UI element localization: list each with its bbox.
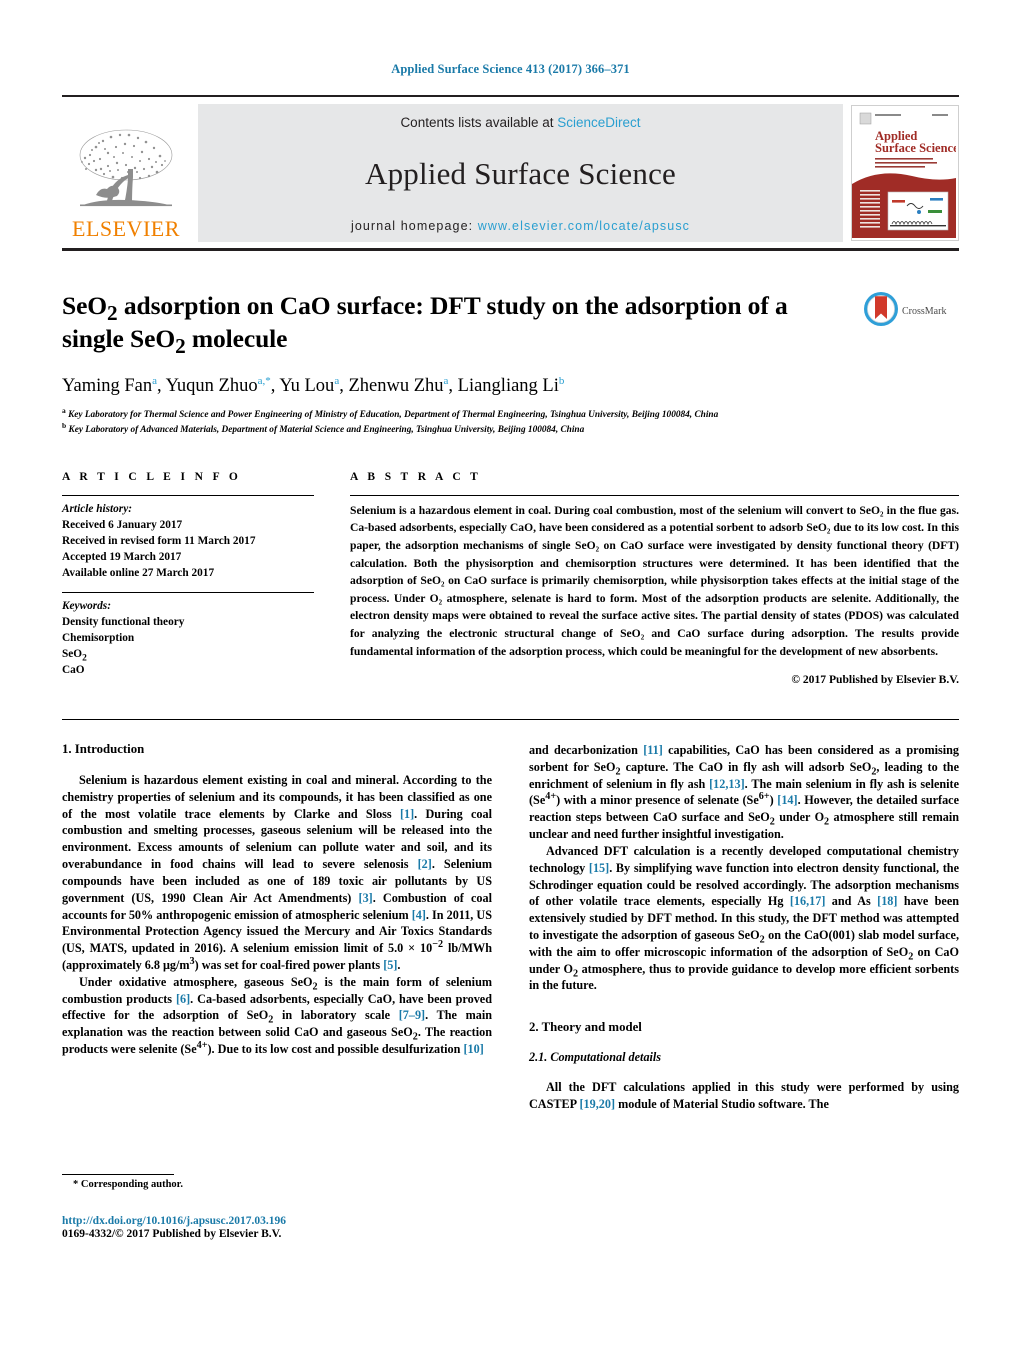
corresponding-author-footnote: * Corresponding author.	[62, 1174, 492, 1190]
affiliation-item: a Key Laboratory for Thermal Science and…	[62, 406, 719, 421]
homepage-prefix: journal homepage:	[350, 219, 478, 233]
history-item: Received in revised form 11 March 2017	[62, 534, 256, 547]
affiliation-list: a Key Laboratory for Thermal Science and…	[62, 406, 959, 436]
body-paragraph: Selenium is hazardous element existing i…	[62, 772, 493, 972]
column-gap	[314, 471, 350, 689]
article-info-column: A R T I C L E I N F O Article history: R…	[62, 471, 314, 689]
abstract-copyright: © 2017 Published by Elsevier B.V.	[791, 673, 959, 687]
citation-ref[interactable]: [1]	[400, 807, 414, 821]
crossmark-icon	[863, 291, 899, 332]
keyword-item: CaO	[62, 664, 85, 677]
abstract-text: Selenium is a hazardous element in coal.…	[350, 503, 959, 658]
running-head: Applied Surface Science 413 (2017) 366–3…	[391, 62, 630, 76]
citation-ref[interactable]: [5]	[383, 958, 397, 972]
journal-banner: Contents lists available at ScienceDirec…	[198, 104, 843, 242]
author-entry: Zhenwu Zhua,	[348, 375, 458, 397]
doi-block: http://dx.doi.org/10.1016/j.apsusc.2017.…	[62, 1215, 512, 1240]
issn-copyright-line: 0169-4332/© 2017 Published by Elsevier B…	[62, 1228, 282, 1240]
contents-line: Contents lists available at ScienceDirec…	[400, 115, 640, 130]
abstract-column: A B S T R A C T Selenium is a hazardous …	[350, 471, 959, 689]
citation-ref[interactable]: [14]	[777, 793, 797, 807]
citation-ref[interactable]: [3]	[359, 891, 373, 905]
elsevier-logo: ELSEVIER	[62, 104, 190, 242]
footnote-rule	[62, 1174, 174, 1175]
author-entry: Yaming Fana,	[62, 375, 166, 397]
subsection-heading-computational-details: 2.1. Computational details	[529, 1050, 662, 1065]
body-paragraph: Under oxidative atmosphere, gaseous SeO2…	[62, 974, 492, 1057]
contents-prefix: Contents lists available at	[400, 115, 558, 130]
info-abstract-row: A R T I C L E I N F O Article history: R…	[62, 471, 959, 689]
affiliation-item: b Key Laboratory of Advanced Materials, …	[62, 420, 585, 435]
elsevier-tree-icon	[70, 125, 182, 217]
citation-ref[interactable]: [6]	[176, 992, 190, 1006]
history-item: Received 6 January 2017	[62, 518, 183, 531]
section-heading-theory: 2. Theory and model	[529, 1020, 642, 1035]
keywords-label: Keywords:	[62, 599, 111, 612]
homepage-line: journal homepage: www.elsevier.com/locat…	[351, 219, 690, 233]
author-entry: Yu Loua,	[279, 375, 349, 397]
citation-ref[interactable]: [10]	[463, 1042, 483, 1056]
doi-link[interactable]: http://dx.doi.org/10.1016/j.apsusc.2017.…	[62, 1215, 512, 1227]
citation-ref[interactable]: [15]	[589, 861, 609, 875]
citation-ref[interactable]: [16,17]	[790, 894, 826, 908]
history-item: Available online 27 March 2017	[62, 566, 215, 579]
body-paragraph: Advanced DFT calculation is a recently d…	[529, 843, 960, 993]
author-entry: Liangliang Lib	[457, 375, 565, 397]
body-paragraph: and decarbonization [11] capabilities, C…	[529, 742, 960, 842]
history-label: Article history:	[62, 502, 132, 515]
body-columns: 1. Introduction Selenium is hazardous el…	[62, 718, 959, 1113]
keyword-item: SeO2	[62, 648, 87, 664]
author-entry: Yuqun Zhuoa,*,	[165, 375, 280, 397]
page-content: Applied Surface Science 413 (2017) 366–3…	[62, 0, 959, 1113]
sciencedirect-link[interactable]: ScienceDirect	[557, 115, 640, 130]
article-page: Applied Surface Science 413 (2017) 366–3…	[0, 0, 1020, 1351]
journal-title: Applied Surface Science	[364, 155, 677, 191]
citation-ref[interactable]: [12,13]	[709, 777, 745, 791]
body-right-column: and decarbonization [11] capabilities, C…	[529, 742, 959, 1113]
keyword-item: Chemisorption	[62, 632, 135, 644]
title-block: SeO2 adsorption on CaO surface: DFT stud…	[62, 289, 959, 359]
article-history: Article history: Received 6 January 2017…	[62, 496, 314, 581]
journal-masthead: ELSEVIER Contents lists available at Sci…	[62, 95, 959, 251]
article-info-heading: A R T I C L E I N F O	[62, 470, 242, 483]
abstract-body: Selenium is a hazardous element in coal.…	[350, 496, 959, 689]
svg-text:Surface Science: Surface Science	[875, 141, 956, 155]
keywords-block: Keywords: Density functional theory Chem…	[62, 593, 314, 678]
citation-ref[interactable]: [2]	[418, 857, 432, 871]
keyword-item: Density functional theory	[62, 615, 185, 628]
citation-ref[interactable]: [19,20]	[579, 1097, 615, 1111]
body-paragraph: All the DFT calculations applied in this…	[529, 1080, 959, 1112]
crossmark-badge[interactable]: CrossMark	[863, 291, 959, 332]
history-item: Accepted 19 March 2017	[62, 550, 182, 563]
crossmark-label: CrossMark	[902, 306, 947, 317]
footnote-text: * Corresponding author.	[73, 1179, 183, 1190]
body-column-gap	[492, 742, 529, 1113]
citation-ref[interactable]: [7–9]	[399, 1008, 425, 1022]
body-left-column: 1. Introduction Selenium is hazardous el…	[62, 742, 492, 1113]
abstract-heading: A B S T R A C T	[350, 470, 482, 483]
citation-ref[interactable]: [18]	[877, 894, 897, 908]
elsevier-wordmark: ELSEVIER	[72, 216, 180, 241]
citation-ref[interactable]: [11]	[643, 743, 663, 757]
page-title: SeO2 adsorption on CaO surface: DFT stud…	[62, 291, 788, 359]
journal-homepage-link[interactable]: www.elsevier.com/locate/apsusc	[478, 219, 690, 233]
section-heading-introduction: 1. Introduction	[62, 741, 145, 756]
author-list: Yaming Fana, Yuqun Zhuoa,*, Yu Loua, Zhe…	[62, 375, 959, 398]
journal-cover-thumbnail[interactable]: Applied Surface Science	[851, 105, 959, 241]
citation-ref[interactable]: [4]	[412, 908, 426, 922]
